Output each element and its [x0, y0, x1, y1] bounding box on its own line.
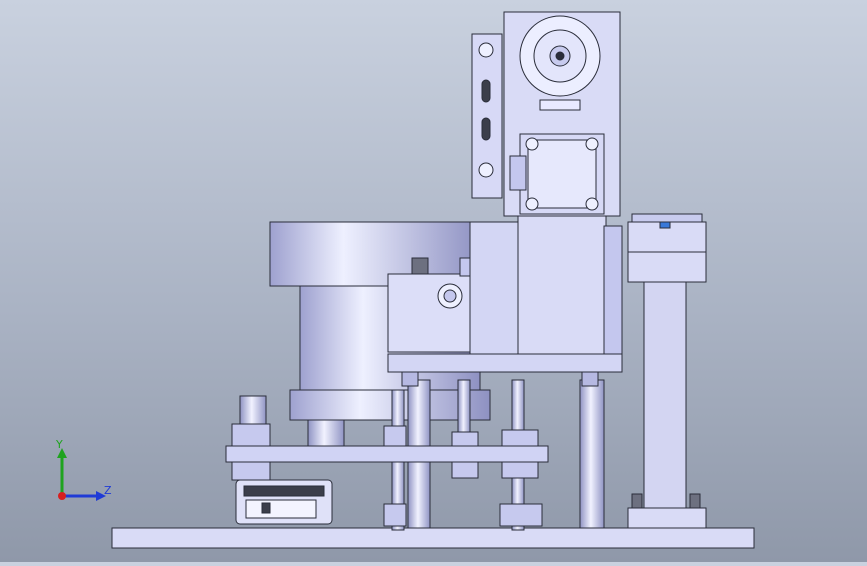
nut [501, 461, 539, 479]
cad-viewport[interactable]: Y Z [0, 0, 867, 562]
slotted-bracket [471, 33, 503, 199]
nut [501, 429, 539, 447]
main-platform [387, 353, 623, 373]
nut [451, 461, 479, 479]
right-column [627, 213, 707, 529]
y-axis-label: Y [55, 440, 63, 451]
crossbar [225, 445, 549, 463]
nut [383, 425, 407, 447]
z-axis-label: Z [104, 484, 112, 497]
vertical-rail [469, 221, 519, 355]
tower [503, 11, 623, 355]
nut [499, 503, 543, 527]
coordinate-triad: Y Z [48, 438, 118, 510]
base-plate [111, 527, 755, 549]
nut [231, 461, 271, 481]
nut [383, 503, 407, 527]
assembly-drawing [111, 11, 755, 549]
sensor-housing [235, 479, 333, 525]
post [239, 395, 267, 427]
nut [231, 423, 271, 447]
x-axis-dot [58, 492, 66, 500]
post [579, 379, 605, 529]
